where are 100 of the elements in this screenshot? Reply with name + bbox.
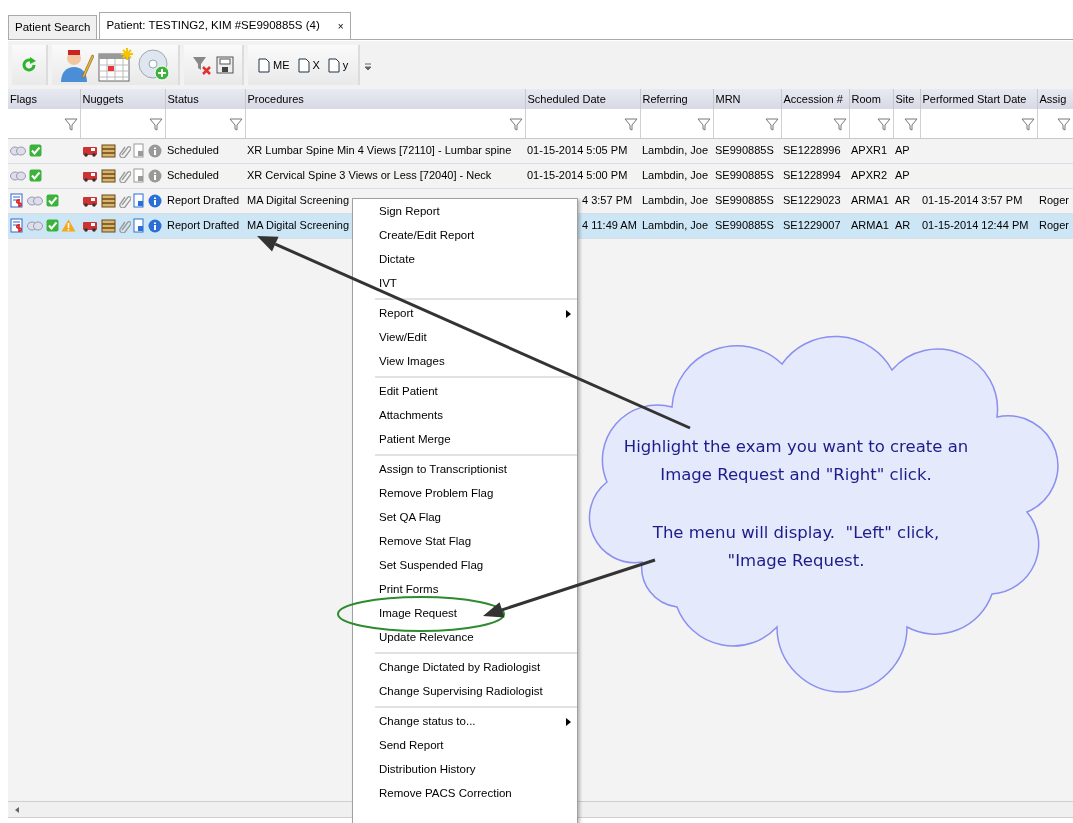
document-icon [258, 57, 270, 73]
filter-icon[interactable] [764, 117, 779, 132]
table-cell: ARMA1 [851, 194, 889, 207]
table-cell: AR [895, 194, 911, 207]
menu-item[interactable]: Update Relevance [353, 626, 577, 650]
filter-icon[interactable] [228, 117, 243, 132]
table-cell: Lambdin, Joe [642, 194, 709, 207]
submenu-arrow-icon [566, 310, 571, 318]
disc-add-icon[interactable] [138, 49, 170, 81]
table-cell: Roger [1039, 194, 1069, 207]
table-cell: SE990885S [715, 219, 774, 232]
menu-item[interactable]: Set QA Flag [353, 506, 577, 530]
linked-rings-icon [26, 219, 43, 232]
filter-clear-icon[interactable] [192, 55, 212, 75]
calendar-icon[interactable] [98, 48, 134, 82]
menu-item[interactable]: View/Edit [353, 326, 577, 350]
table-cell: 01-15-2014 12:44 PM [922, 219, 1029, 232]
document-button[interactable]: X [295, 54, 322, 76]
table-cell: 01-15-2014 5:05 PM [527, 144, 628, 157]
document-icon [133, 143, 146, 158]
menu-item[interactable]: Create/Edit Report [353, 224, 577, 248]
filter-icon[interactable] [623, 117, 638, 132]
filter-icon[interactable] [696, 117, 711, 132]
menu-item[interactable]: Print Forms [353, 578, 577, 602]
column-header[interactable]: Assig [1037, 89, 1073, 109]
column-header[interactable]: Referring [640, 89, 713, 109]
menu-item[interactable]: Distribution History [353, 758, 577, 782]
menu-item[interactable]: Set Suspended Flag [353, 554, 577, 578]
paperclip-icon [118, 218, 131, 233]
tab[interactable]: Patient Search [8, 15, 98, 39]
column-header[interactable]: Status [165, 89, 245, 109]
menu-item[interactable]: Change Supervising Radiologist [353, 680, 577, 704]
table-cell: Lambdin, Joe [642, 219, 709, 232]
table-cell: 4 3:57 PM [582, 194, 633, 207]
document-icon [133, 168, 146, 183]
ambulance-icon [82, 219, 98, 232]
table-cell: Scheduled [167, 144, 219, 157]
document-button[interactable]: y [325, 54, 351, 76]
table-cell: SE990885S [715, 169, 774, 182]
table-cell: Lambdin, Joe [642, 144, 709, 157]
callout-text: The menu will display. "Left" click, "Image Request. [651, 522, 941, 572]
menu-item[interactable]: Change Dictated by Radiologist [353, 656, 577, 680]
filter-icon[interactable] [832, 117, 847, 132]
refresh-icon[interactable] [20, 56, 38, 74]
table-cell: AP [895, 144, 910, 157]
column-header[interactable]: Procedures [245, 89, 525, 109]
menu-item[interactable]: Send Report [353, 734, 577, 758]
table-cell: ARMA1 [851, 219, 889, 232]
table-cell: SE990885S [715, 194, 774, 207]
paperclip-icon [118, 168, 131, 183]
menu-item[interactable]: Report [353, 302, 577, 326]
stat-report-icon [10, 218, 24, 233]
column-header[interactable]: Nuggets [80, 89, 165, 109]
filter-icon[interactable] [148, 117, 163, 132]
menu-item[interactable]: Image Request [353, 602, 577, 626]
menu-item[interactable]: Edit Patient [353, 380, 577, 404]
save-icon[interactable] [216, 56, 234, 74]
document-icon [133, 218, 146, 233]
table-cell: Lambdin, Joe [642, 169, 709, 182]
checkmark-icon [28, 144, 42, 157]
filter-icon[interactable] [1056, 117, 1071, 132]
filter-icon[interactable] [1020, 117, 1035, 132]
doctor-pencil-icon[interactable] [60, 47, 94, 83]
table-cell: 01-15-2014 5:00 PM [527, 169, 628, 182]
column-header[interactable]: MRN [713, 89, 781, 109]
menu-item[interactable]: View Images [353, 350, 577, 374]
menu-item[interactable]: Attachments [353, 404, 577, 428]
menu-item[interactable]: Change status to... [353, 710, 577, 734]
table-cell: 01-15-2014 3:57 PM [922, 194, 1023, 207]
column-header[interactable]: Room [849, 89, 893, 109]
callout-text: Highlight the exam you want to create an Image Request and "Right" click. [622, 436, 970, 486]
menu-item[interactable]: Assign to Transcriptionist [353, 458, 577, 482]
column-header[interactable]: Accession # [781, 89, 849, 109]
menu-item[interactable]: Sign Report [353, 200, 577, 224]
tab[interactable]: Patient: TESTING2, KIM #SE990885S (4) × [99, 12, 351, 39]
close-icon[interactable]: × [337, 18, 344, 34]
menu-item[interactable]: IVT [353, 272, 577, 296]
menu-item[interactable]: Remove Stat Flag [353, 530, 577, 554]
info-icon [148, 168, 162, 183]
checkmark-icon [45, 194, 59, 207]
menu-item[interactable]: Remove Problem Flag [353, 482, 577, 506]
warning-icon [61, 219, 77, 232]
menu-item[interactable]: Patient Merge [353, 428, 577, 452]
column-header[interactable]: Flags [8, 89, 80, 109]
chart-folder-icon [100, 218, 116, 233]
checkmark-icon [28, 169, 42, 182]
menu-item[interactable]: Dictate [353, 248, 577, 272]
filter-icon[interactable] [508, 117, 523, 132]
table-cell: SE990885S [715, 144, 774, 157]
filter-icon[interactable] [63, 117, 78, 132]
column-header[interactable]: Site [893, 89, 920, 109]
document-button[interactable]: ME [256, 54, 292, 76]
filter-icon[interactable] [903, 117, 918, 132]
menu-item[interactable]: Remove PACS Correction [353, 782, 577, 806]
submenu-arrow-icon [566, 718, 571, 726]
column-header[interactable]: Performed Start Date [920, 89, 1037, 109]
table-cell: APXR2 [851, 169, 888, 182]
filter-icon[interactable] [876, 117, 891, 132]
column-header[interactable]: Scheduled Date [525, 89, 640, 109]
table-cell: SE1228994 [783, 169, 841, 182]
